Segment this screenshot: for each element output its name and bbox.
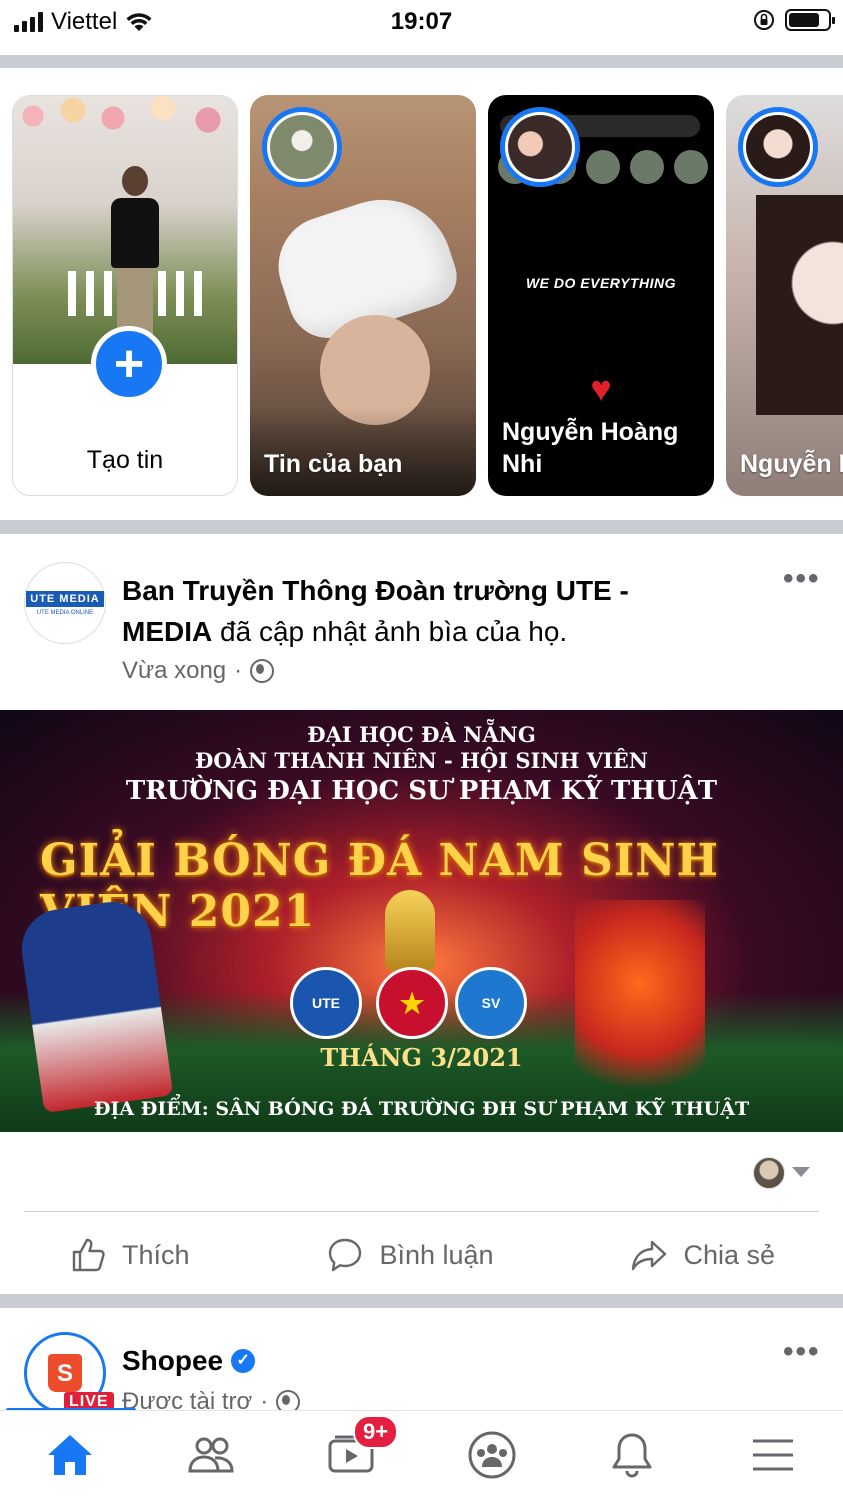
like-button[interactable]: Thích	[68, 1235, 190, 1275]
story-avatar	[738, 107, 818, 187]
separator	[0, 520, 843, 534]
story-name: Tin của bạn	[264, 450, 403, 478]
tab-friends[interactable]	[141, 1411, 282, 1499]
share-icon	[632, 1240, 667, 1271]
bell-icon	[612, 1433, 652, 1478]
ute-media-logo: UTE MEDIA	[26, 590, 104, 607]
cover-line-2: ĐOÀN THANH NIÊN - HỘI SINH VIÊN	[194, 748, 649, 773]
more-options-icon[interactable]: •••	[783, 1335, 821, 1369]
home-icon	[48, 1435, 93, 1475]
trophy-icon	[385, 890, 435, 970]
post-actions: Thích Bình luận Chia sẻ	[0, 1225, 843, 1285]
sponsor-name-text: Shopee	[122, 1345, 224, 1376]
story-name: Nguyễn Ngọc Tú	[740, 450, 843, 478]
add-story-icon[interactable]: +	[91, 326, 167, 402]
like-label: Thích	[121, 1239, 190, 1270]
story-avatar	[500, 107, 580, 187]
share-label: Chia sẻ	[683, 1239, 776, 1270]
comment-label: Bình luận	[379, 1239, 494, 1270]
more-options-icon[interactable]: •••	[783, 562, 821, 596]
reaction-caret-icon[interactable]	[792, 1167, 810, 1177]
sponsor-name[interactable]: Shopee ✓	[122, 1345, 256, 1377]
status-time: 19:07	[390, 8, 453, 35]
comment-icon	[329, 1238, 362, 1272]
player-graphic	[575, 900, 705, 1110]
comment-button[interactable]: Bình luận	[325, 1235, 494, 1275]
story-name: Nguyễn Hoàng Nhi	[502, 418, 679, 478]
orientation-lock-icon	[754, 10, 774, 30]
post-time[interactable]: Vừa xong	[122, 657, 226, 685]
separator	[0, 1294, 843, 1308]
cover-title: GIẢI BÓNG ĐÁ NAM SINH VIÊN 2021	[40, 835, 720, 937]
profile-photo	[13, 96, 237, 364]
tab-groups[interactable]	[422, 1411, 563, 1499]
cover-line-1: ĐẠI HỌC ĐÀ NẴNG	[307, 722, 536, 747]
page-avatar[interactable]: UTE MEDIA UTE MEDIA ONLINE	[24, 562, 106, 644]
menu-icon	[752, 1439, 793, 1471]
notification-badge: 9+	[353, 1415, 399, 1449]
create-story-label: Tạo tin	[86, 446, 164, 474]
tab-menu[interactable]	[703, 1411, 843, 1499]
post-action-text: đã cập nhật ảnh bìa của họ.	[212, 616, 568, 647]
thumbs-up-icon	[72, 1238, 105, 1272]
ute-media-subtitle: UTE MEDIA ONLINE	[36, 609, 94, 616]
shopee-bag-icon: S	[48, 1354, 82, 1392]
reactor-avatar[interactable]	[753, 1157, 785, 1189]
separator	[0, 55, 843, 68]
groups-icon	[468, 1431, 516, 1479]
story-create[interactable]: + Tạo tin	[12, 95, 238, 496]
post-meta: Vừa xong ·	[122, 657, 275, 685]
tab-home[interactable]	[0, 1411, 141, 1499]
facebook-feed-screen: Viettel 19:07 + Tạo tin Tin của bạn WE D…	[0, 0, 843, 1499]
student-association-logo: SV	[455, 967, 527, 1039]
post-cover-image[interactable]: ĐẠI HỌC ĐÀ NẴNG ĐOÀN THANH NIÊN - HỘI SI…	[0, 710, 843, 1132]
globe-icon	[250, 659, 275, 683]
tab-notifications[interactable]	[562, 1411, 703, 1499]
battery-icon	[785, 9, 835, 31]
story-card-nguyen-hoang-nhi[interactable]: WE DO EVERYTHING ♥ Nguyễn Hoàng Nhi	[488, 95, 714, 496]
story-avatar	[262, 107, 342, 187]
post-header: Ban Truyền Thông Đoàn trường UTE - MEDIA…	[122, 570, 722, 652]
cover-venue: ĐỊA ĐIỂM: SÂN BÓNG ĐÁ TRƯỜNG ĐH SƯ PHẠM …	[93, 1098, 750, 1120]
cover-month: THÁNG 3/2021	[320, 1043, 523, 1072]
story-overlay-text: WE DO EVERYTHING	[525, 275, 677, 291]
cover-line-3: TRƯỜNG ĐẠI HỌC SƯ PHẠM KỸ THUẬT	[125, 776, 718, 806]
story-card-nguyen-ngoc-tu[interactable]: Nguyễn Ngọc Tú	[726, 95, 843, 496]
tab-watch[interactable]: 9+	[281, 1411, 422, 1499]
status-right	[753, 9, 835, 31]
bottom-nav: 9+	[0, 1410, 843, 1499]
status-bar: Viettel 19:07	[0, 0, 843, 42]
ute-logo: UTE	[290, 967, 362, 1039]
heart-icon: ♥	[590, 368, 612, 409]
story-card-yours[interactable]: Tin của bạn	[250, 95, 476, 496]
friends-icon	[188, 1437, 234, 1473]
divider	[24, 1211, 819, 1212]
share-button[interactable]: Chia sẻ	[629, 1235, 775, 1275]
youth-union-logo: ★	[376, 967, 448, 1039]
story-image	[756, 195, 843, 415]
verified-badge-icon: ✓	[231, 1349, 256, 1373]
